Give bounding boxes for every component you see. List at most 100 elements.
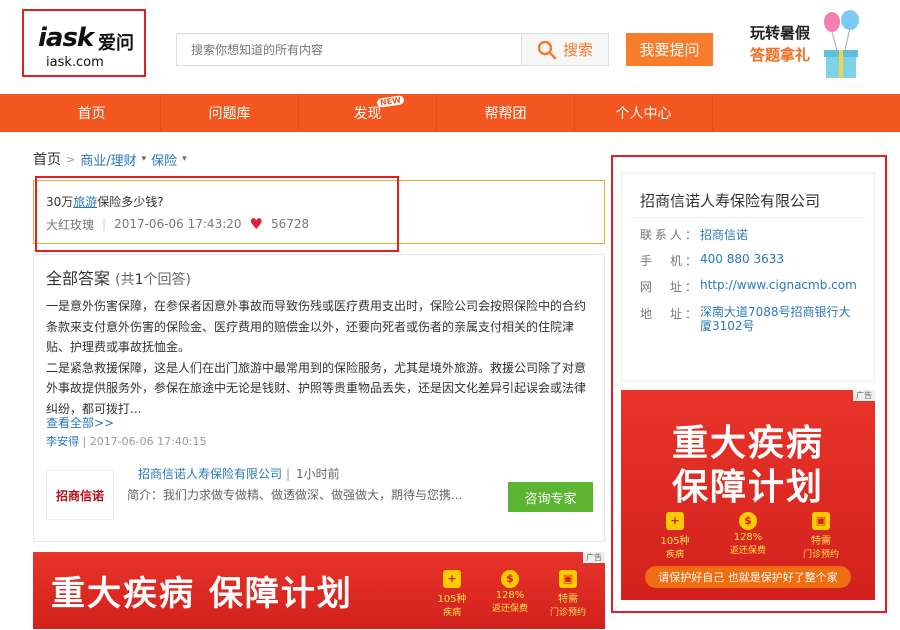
search-button[interactable]: 搜索 bbox=[522, 33, 609, 66]
feature-value: 128% bbox=[733, 532, 763, 543]
answers-count: (共1个回答) bbox=[115, 272, 191, 288]
contact-label: 联系人： bbox=[640, 228, 701, 242]
question-title-pre: 30万 bbox=[46, 195, 74, 209]
company-info-title: 招商信诺人寿保险有限公司 bbox=[640, 192, 821, 210]
breadcrumb-separator-icon: > bbox=[66, 152, 76, 166]
feature-refund: $ 128% 返还保费 bbox=[725, 512, 771, 556]
divider: | bbox=[102, 217, 107, 231]
website-label: 网 址： bbox=[640, 280, 701, 294]
feature-label: 返还保费 bbox=[729, 546, 766, 556]
ad-tag: 广告 bbox=[853, 390, 875, 401]
search-icon bbox=[537, 40, 557, 59]
nav-item-home[interactable]: 首页 bbox=[23, 94, 161, 132]
coin-icon: $ bbox=[501, 570, 519, 588]
answer-paragraph-1: 一是意外伤害保障，在参保者因意外事故而导致伤残或医疗费用支出时，保险公司会按照保… bbox=[46, 299, 587, 354]
answer-body: 一是意外伤害保障，在参保者因意外事故而导致伤残或医疗费用支出时，保险公司会按照保… bbox=[46, 296, 594, 419]
website-value[interactable]: http://www.cignacmb.com bbox=[700, 278, 857, 295]
promo-line2: 答题拿礼 bbox=[750, 46, 811, 64]
coin-icon: $ bbox=[739, 512, 757, 530]
answers-count-value: 1 bbox=[134, 272, 144, 288]
answer-paragraph-2: 二是紧急救援保障，这是人们在出门旅游中最常用到的保险服务，尤其是境外旅游。救援公… bbox=[46, 360, 587, 416]
question-author[interactable]: 大红玫瑰 bbox=[46, 216, 94, 233]
consult-expert-button[interactable]: 咨询专家 bbox=[508, 482, 593, 512]
search-box bbox=[176, 33, 522, 66]
website-row: 网 址： http://www.cignacmb.com bbox=[640, 278, 857, 295]
question-time: 2017-06-06 17:43:20 bbox=[114, 217, 242, 231]
company-post-time: | 1小时前 bbox=[286, 465, 340, 482]
question-title-link[interactable]: 旅游 bbox=[73, 195, 97, 209]
heart-icon[interactable]: ♥ bbox=[250, 215, 263, 233]
phone-row: 手 机： 400 880 3633 bbox=[640, 252, 784, 269]
banner-title: 重大疾病 保障计划 bbox=[51, 574, 353, 614]
nav-item-personal-center[interactable]: 个人中心 bbox=[575, 94, 713, 132]
chevron-down-icon[interactable]: ▾ bbox=[142, 154, 147, 164]
calendar-icon: ▣ bbox=[559, 570, 577, 588]
see-all-link[interactable]: 查看全部>> bbox=[46, 414, 114, 431]
calendar-icon: ▣ bbox=[812, 512, 830, 530]
answer-time: 2017-06-06 17:40:15 bbox=[89, 435, 207, 448]
company-intro: 简介：我们力求做专做精、做透做深、做强做大，期待与您携... bbox=[127, 488, 463, 502]
breadcrumb: 首页 > 商业/理财 ▾ 保险 ▾ bbox=[33, 149, 187, 169]
feature-label: 门诊预约 bbox=[549, 608, 586, 618]
nav-item-discover[interactable]: 发现 NEW bbox=[299, 94, 437, 132]
answers-count-post: 个回答) bbox=[143, 272, 191, 288]
question-title-post: 保险多少钱? bbox=[97, 195, 164, 209]
banner-slogan: 请保护好自己 也就是保护好了整个家 bbox=[645, 566, 851, 588]
feature-clinic: ▣ 特需 门诊预约 bbox=[798, 512, 844, 560]
feature-label: 疾病 bbox=[442, 608, 461, 618]
chevron-down-icon[interactable]: ▾ bbox=[182, 154, 187, 164]
plus-icon: + bbox=[666, 512, 684, 530]
site-logo[interactable]: iask 爱问 iask.com bbox=[22, 9, 146, 77]
contact-row: 联系人： 招商信诺 bbox=[640, 226, 748, 243]
search-input[interactable] bbox=[177, 34, 521, 65]
nav-item-discover-label: 发现 bbox=[353, 106, 382, 122]
address-label: 地 址： bbox=[640, 307, 701, 321]
gift-balloon-icon bbox=[824, 10, 859, 78]
company-time-text: 1小时前 bbox=[296, 467, 340, 481]
header: iask 爱问 iask.com 搜索 我要提问 玩转暑假 答题拿礼 bbox=[0, 0, 900, 94]
company-logo-text: 招商信诺 bbox=[55, 488, 104, 503]
breadcrumb-level2[interactable]: 保险 bbox=[151, 150, 177, 169]
divider: | bbox=[82, 435, 90, 448]
phone-value[interactable]: 400 880 3633 bbox=[700, 252, 784, 269]
answers-heading: 全部答案 bbox=[46, 269, 111, 288]
ad-banner-bottom[interactable]: 重大疾病 保障计划 广告 + 105种 疾病 $ 128% 返还保费 ▣ 特需 … bbox=[33, 552, 605, 629]
phone-label: 手 机： bbox=[640, 254, 701, 268]
answer-user[interactable]: 李安得 bbox=[46, 435, 79, 448]
feature-clinic: ▣ 特需 门诊预约 bbox=[545, 570, 591, 618]
search-button-label: 搜索 bbox=[562, 41, 593, 59]
contact-value[interactable]: 招商信诺 bbox=[700, 226, 748, 243]
breadcrumb-home[interactable]: 首页 bbox=[33, 149, 61, 169]
company-logo[interactable]: 招商信诺 bbox=[46, 470, 114, 520]
promo-line1: 玩转暑假 bbox=[750, 24, 811, 42]
ad-banner-right[interactable]: 广告 重大疾病 保障计划 + 105种 疾病 $ 128% 返还保费 ▣ 特需 … bbox=[621, 390, 875, 600]
feature-refund: $ 128% 返还保费 bbox=[487, 570, 533, 614]
feature-label: 疾病 bbox=[665, 550, 684, 560]
ad-tag: 广告 bbox=[583, 552, 605, 563]
question-title: 30万旅游保险多少钱? bbox=[46, 193, 164, 210]
nav-item-question-bank[interactable]: 问题库 bbox=[161, 94, 299, 132]
answers-count-pre: (共 bbox=[115, 272, 135, 288]
main-nav: 首页 问题库 发现 NEW 帮帮团 个人中心 bbox=[0, 94, 900, 132]
divider: | bbox=[286, 467, 291, 481]
breadcrumb-level1[interactable]: 商业/理财 bbox=[80, 150, 136, 169]
banner-right-line2: 保障计划 bbox=[671, 467, 824, 508]
new-badge: NEW bbox=[376, 95, 405, 108]
logo-cn: 爱问 bbox=[98, 33, 134, 54]
question-meta: 大红玫瑰 | 2017-06-06 17:43:20 ♥ 56728 bbox=[46, 215, 309, 233]
nav-item-help-group[interactable]: 帮帮团 bbox=[437, 94, 575, 132]
feature-disease: + 105种 疾病 bbox=[429, 570, 475, 618]
ask-question-button[interactable]: 我要提问 bbox=[626, 33, 713, 66]
plus-icon: + bbox=[443, 570, 461, 588]
divider bbox=[630, 217, 866, 218]
highlight-box-question bbox=[35, 176, 399, 252]
summer-promo[interactable]: 玩转暑假 答题拿礼 bbox=[744, 10, 864, 80]
feature-disease: + 105种 疾病 bbox=[652, 512, 698, 560]
feature-value: 105种 bbox=[660, 536, 690, 547]
question-likes: 56728 bbox=[270, 217, 310, 231]
feature-label: 返还保费 bbox=[491, 604, 528, 614]
company-name-link[interactable]: 招商信诺人寿保险有限公司 bbox=[138, 465, 282, 482]
answer-meta: 李安得 | 2017-06-06 17:40:15 bbox=[46, 433, 207, 449]
address-value[interactable]: 深南大道7088号招商银行大厦3102号 bbox=[700, 305, 860, 333]
feature-value: 特需 bbox=[558, 594, 578, 605]
